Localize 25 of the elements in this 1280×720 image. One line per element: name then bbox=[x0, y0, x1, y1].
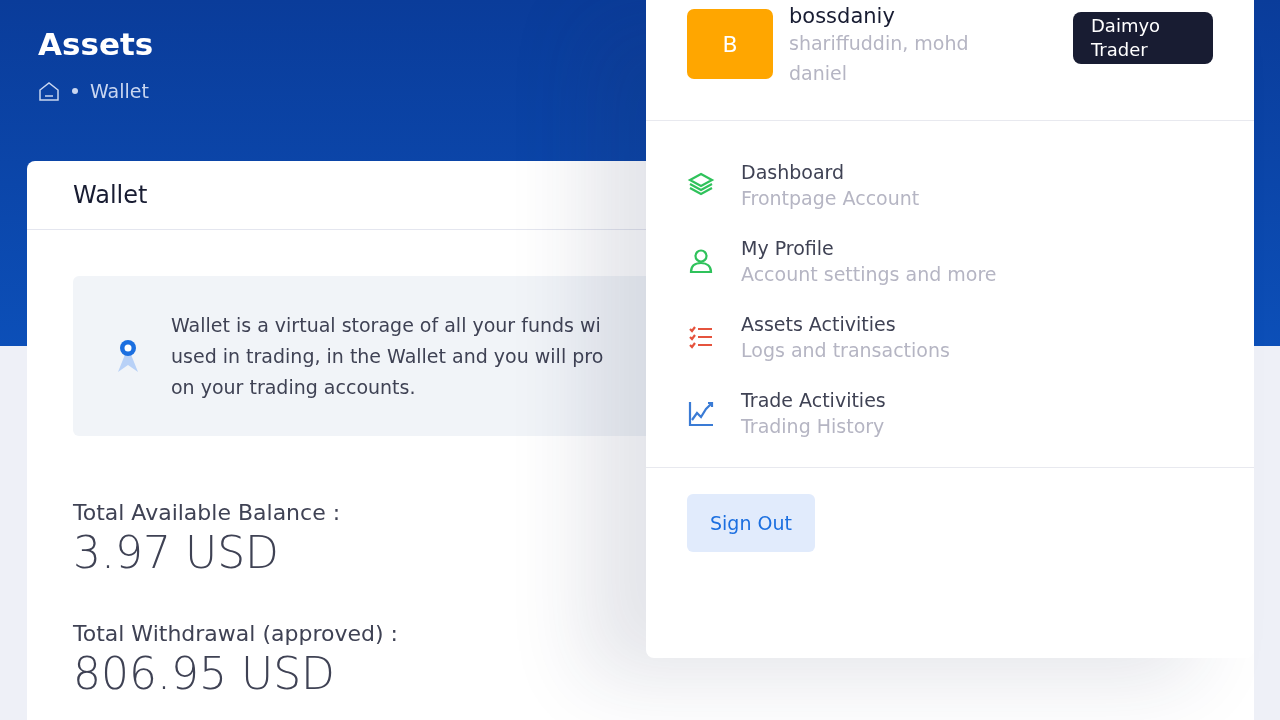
menu-item-title[interactable]: My Profile bbox=[741, 237, 997, 259]
page-title: Assets bbox=[38, 26, 154, 62]
full-name: shariffuddin, mohd daniel bbox=[789, 31, 970, 86]
stat-label: Total Available Balance : bbox=[73, 500, 341, 525]
breadcrumb-item[interactable]: Wallet bbox=[90, 80, 149, 102]
avatar: B bbox=[687, 9, 773, 79]
stat-value: 806.95 USD bbox=[73, 647, 335, 701]
rank-badge: Daimyo Trader bbox=[1073, 12, 1213, 64]
menu-item-title[interactable]: Assets Activities bbox=[741, 313, 950, 335]
menu-item-subtitle: Account settings and more bbox=[741, 263, 997, 285]
breadcrumb-separator bbox=[72, 88, 78, 94]
menu-item-title[interactable]: Dashboard bbox=[741, 161, 920, 183]
info-text: Wallet is a virtual storage of all your funds wi bbox=[171, 312, 602, 338]
menu-item-subtitle: Frontpage Account bbox=[741, 187, 920, 209]
card-title: Wallet bbox=[73, 181, 148, 209]
menu-item-title[interactable]: Trade Activities bbox=[741, 389, 886, 411]
info-text: on your trading accounts. bbox=[171, 374, 417, 400]
sign-out-button[interactable]: Sign Out bbox=[687, 494, 815, 552]
stat-value: 3.97 USD bbox=[73, 526, 279, 580]
menu-item-subtitle: Trading History bbox=[741, 415, 886, 437]
stat-label: Total Withdrawal (approved) : bbox=[73, 621, 398, 646]
home-icon[interactable] bbox=[38, 80, 60, 102]
username: bossdaniy bbox=[789, 4, 896, 28]
menu-item-subtitle: Logs and transactions bbox=[741, 339, 950, 361]
info-text: used in trading, in the Wallet and you will pro bbox=[171, 343, 604, 369]
